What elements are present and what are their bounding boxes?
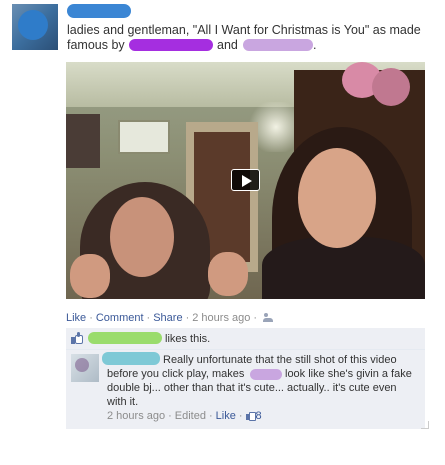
post-author-avatar[interactable]: [12, 4, 58, 50]
separator: ·: [146, 312, 151, 324]
video-frame-board: [118, 120, 170, 154]
comment-line1: Really unfortunate that the still shot o…: [163, 354, 397, 366]
thumbs-up-icon: [71, 332, 84, 344]
separator: ·: [185, 312, 190, 324]
commenter-avatar[interactable]: [71, 354, 99, 382]
post-text-period: .: [313, 38, 317, 52]
play-button[interactable]: [231, 169, 260, 191]
comment-line2b: look like she's givin a fake: [285, 368, 412, 380]
mention-redacted-1[interactable]: [129, 39, 213, 51]
video-frame-hand: [70, 254, 110, 298]
post-text-and: and: [217, 38, 238, 52]
post-text-famous-by: famous by: [67, 38, 125, 52]
likes-text: likes this.: [165, 333, 211, 345]
post-actions: Like · Comment · Share · 2 hours ago ·: [66, 312, 274, 324]
video-frame-pictures: [66, 114, 100, 168]
avatar-redaction: [75, 358, 89, 372]
comment-timestamp[interactable]: 2 hours ago: [107, 410, 165, 422]
comment-line3: double bj... other than that it's cute..…: [107, 382, 397, 394]
post-timestamp[interactable]: 2 hours ago: [192, 312, 250, 324]
separator: ·: [168, 410, 172, 422]
commenter-name-redacted[interactable]: [102, 352, 160, 365]
comment-line4: with it.: [107, 396, 139, 408]
video-frame-balloon: [372, 68, 410, 106]
avatar-redaction: [18, 10, 48, 40]
resize-corner: [421, 421, 429, 429]
comment-like-count[interactable]: 8: [245, 410, 262, 422]
comment-link[interactable]: Comment: [96, 312, 144, 324]
separator: ·: [89, 312, 93, 324]
comment-mention-redacted[interactable]: [250, 369, 282, 380]
separator: ·: [208, 410, 213, 422]
likes-row: likes this.: [66, 328, 425, 350]
mention-redacted-2[interactable]: [243, 39, 313, 51]
friends-icon[interactable]: [263, 313, 274, 322]
comment-meta: 2 hours ago · Edited · Like · 8: [107, 410, 262, 422]
video-frame-hands: [70, 252, 250, 299]
liker-name-redacted[interactable]: [88, 332, 162, 344]
feedback-box: likes this. Really unfortunate that the …: [66, 328, 425, 429]
separator: ·: [238, 410, 243, 422]
like-link[interactable]: Like: [66, 312, 86, 324]
comment-like-link[interactable]: Like: [216, 410, 236, 422]
like-count: 8: [255, 410, 262, 422]
share-link[interactable]: Share: [153, 312, 182, 324]
comment-edited[interactable]: Edited: [175, 410, 206, 422]
play-icon: [242, 175, 252, 187]
video-frame-hand: [208, 252, 248, 296]
post-author-name-redacted[interactable]: [67, 4, 131, 18]
video-frame-person-right-face: [298, 148, 376, 248]
comment-line2a: before you click play, makes: [107, 368, 245, 380]
post-text-line1: ladies and gentleman, "All I Want for Ch…: [67, 23, 421, 37]
separator: ·: [253, 312, 258, 324]
thumbs-up-icon: [245, 411, 256, 421]
